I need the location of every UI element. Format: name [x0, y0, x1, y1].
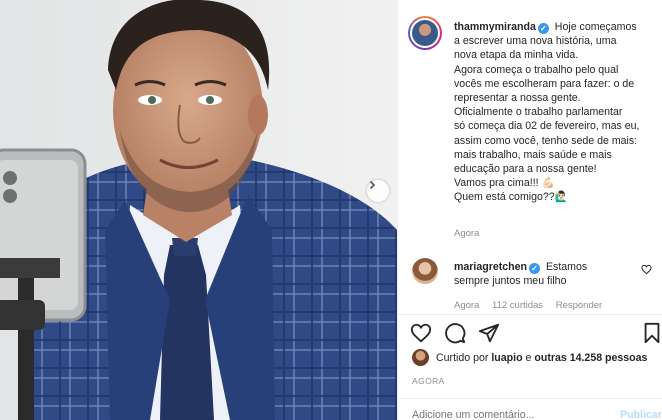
heart-icon[interactable] [410, 322, 432, 344]
comment-text: sempre juntos meu filho [454, 275, 567, 288]
liker-avatar[interactable] [412, 349, 429, 366]
comment: mariagretchen ✓ Estamos sempre juntos meu… [454, 260, 639, 288]
caption-line: nova etapa da minha vida. [454, 49, 579, 62]
verified-icon: ✓ [537, 23, 549, 34]
caption-line: a escrever uma nova história, uma [454, 35, 617, 48]
caption-line: Oficialmente o trabalho parlamentar [454, 106, 623, 119]
likes-others[interactable]: outras 14.258 pessoas [534, 352, 647, 364]
comment-likes[interactable]: 112 curtidas [492, 300, 543, 311]
chevron-right-icon [369, 180, 376, 190]
action-bar [410, 322, 500, 344]
likes-prefix: Curtido por [436, 352, 489, 364]
caption-line: educação para a nossa gente! [454, 163, 597, 176]
bookmark-icon[interactable] [641, 322, 662, 344]
post-photo[interactable] [0, 0, 397, 420]
post-timestamp: AGORA [412, 376, 445, 386]
comment-icon[interactable] [444, 322, 466, 344]
verified-icon: ✓ [529, 263, 541, 274]
caption-line: vocês me escolheram para fazer: o de [454, 77, 635, 90]
liker-username[interactable]: luapio [491, 352, 522, 364]
publish-button[interactable]: Publicar [620, 409, 662, 420]
share-icon[interactable] [478, 322, 500, 344]
comment-time: Agora [454, 300, 480, 311]
caption-line: Hoje começamos [554, 21, 637, 33]
post-caption: thammymiranda ✓ Hoje começamos a escrever… [454, 20, 659, 205]
caption-line: Vamos pra cima!!! 💪🏻 [454, 177, 555, 190]
add-comment-input[interactable] [412, 409, 592, 420]
caption-line: Quem está comigo??🙋🏻‍♂️ [454, 191, 568, 204]
author-username[interactable]: thammymiranda [454, 21, 536, 33]
commenter-username[interactable]: mariagretchen [454, 261, 527, 273]
comment-like-icon[interactable] [641, 264, 652, 275]
caption-line: representar a nossa gente. [454, 92, 581, 105]
divider [398, 398, 662, 399]
post-photo-image [0, 0, 397, 420]
post-sidebar: thammymiranda ✓ Hoje começamos a escrever… [397, 0, 662, 420]
likes-middle: e [525, 352, 532, 364]
caption-line: mais trabalho, mais saúde e mais [454, 148, 612, 161]
divider [398, 314, 662, 315]
author-avatar[interactable] [408, 16, 442, 50]
caption-time: Agora [454, 228, 480, 239]
commenter-avatar[interactable] [412, 258, 438, 284]
reply-button[interactable]: Responder [556, 300, 602, 311]
caption-line: assim como você, tenho sede de mais: [454, 134, 638, 147]
next-photo-button[interactable] [367, 180, 389, 202]
comment-meta: Agora 112 curtidas Responder [454, 300, 612, 311]
likes-summary[interactable]: Curtido por luapio e outras 14.258 pesso… [436, 352, 647, 364]
caption-line: Agora começa o trabalho pelo qual [454, 63, 619, 76]
comment-text: Estamos [545, 261, 588, 273]
caption-line: só começa dia 02 de fevereiro, mas eu, [454, 120, 640, 133]
